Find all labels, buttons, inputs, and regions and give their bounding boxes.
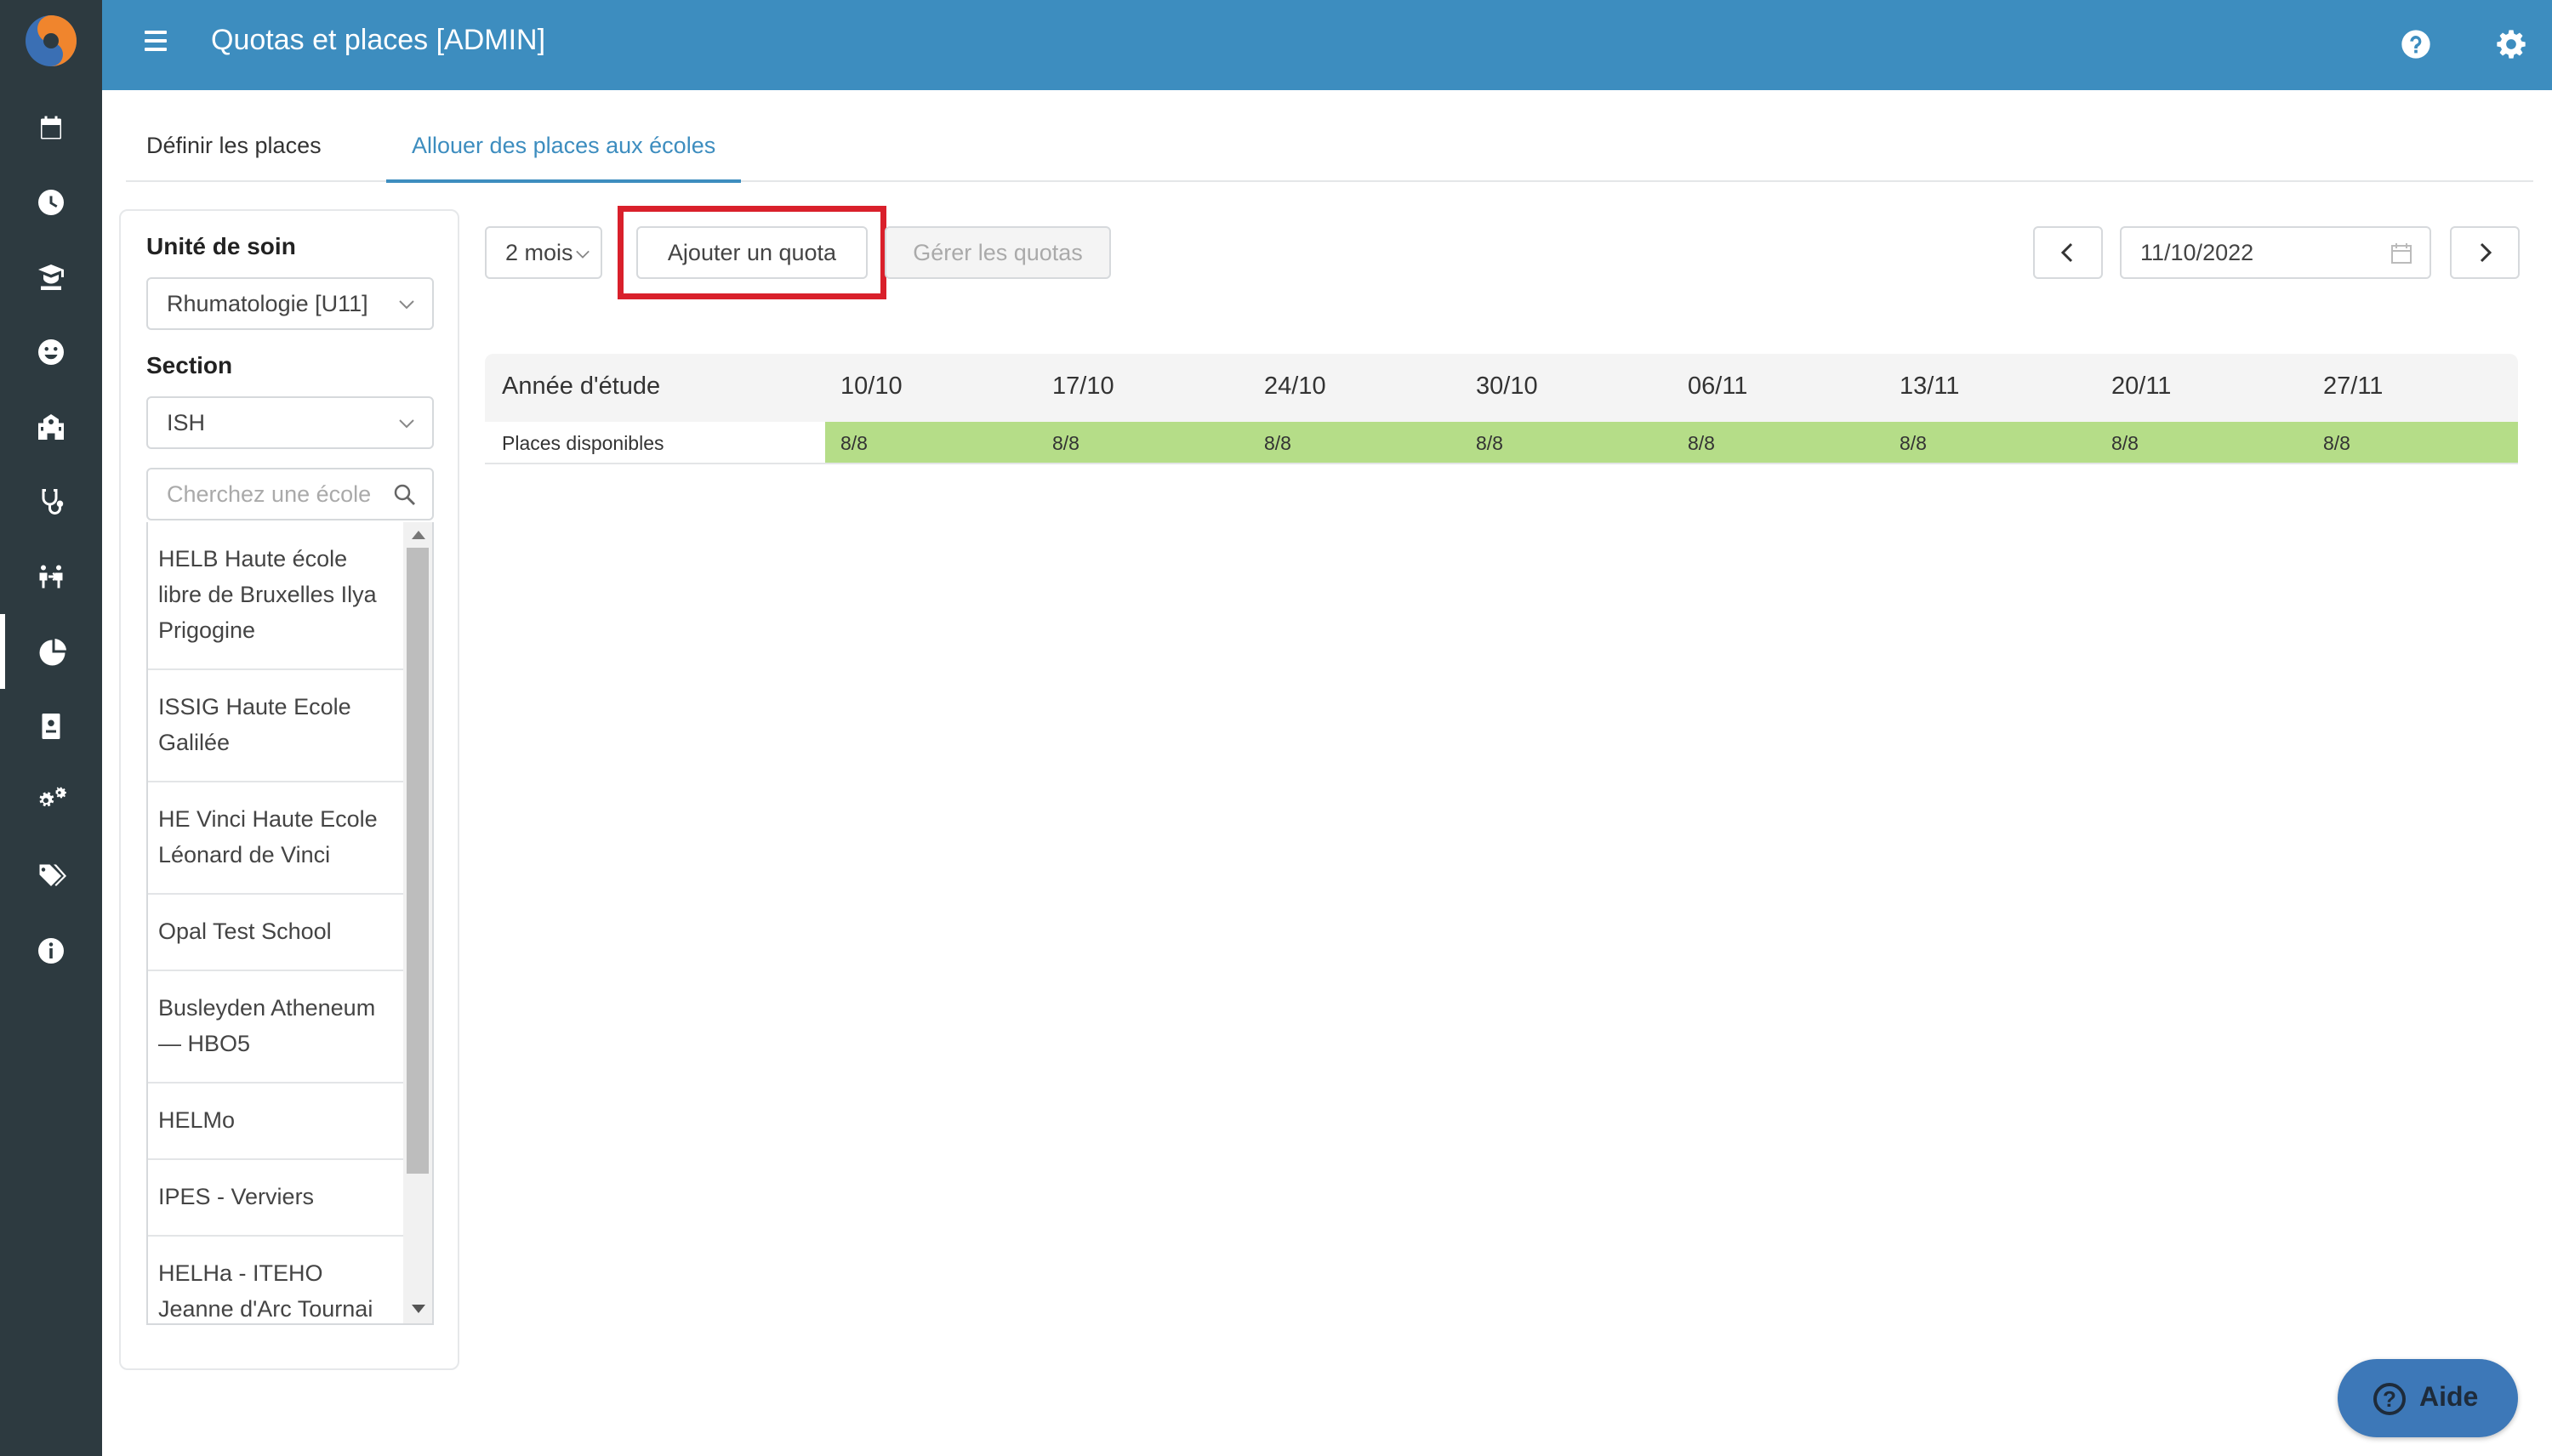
unit-value: Rhumatologie [U11] <box>167 291 368 316</box>
tab-define-places[interactable]: Définir les places <box>146 133 322 179</box>
scrollbar-thumb[interactable] <box>407 548 429 1174</box>
gear-icon[interactable] <box>2494 27 2528 61</box>
list-item[interactable]: HE Vinci Haute Ecole Léonard de Vinci <box>148 782 403 895</box>
list-item[interactable]: IPES - Verviers <box>148 1160 403 1237</box>
calendar-icon[interactable] <box>0 90 102 165</box>
question-icon: ? <box>2373 1383 2406 1415</box>
chevron-right-icon <box>2480 242 2492 263</box>
quota-cell[interactable]: 8/8 <box>1688 432 1715 455</box>
available-places-label: Places disponibles <box>502 432 664 454</box>
list-item[interactable]: ISSIG Haute Ecole Galilée <box>148 670 403 782</box>
table-header: Année d'étude 10/10 17/10 24/10 30/10 06… <box>485 354 2518 422</box>
pie-chart-icon[interactable] <box>0 614 102 689</box>
quota-cell[interactable]: 8/8 <box>1052 432 1079 455</box>
week-header: 30/10 <box>1476 373 1538 400</box>
help-button[interactable]: ? Aide <box>2338 1359 2518 1437</box>
graduate-icon[interactable] <box>0 240 102 315</box>
clock-icon[interactable] <box>0 165 102 240</box>
week-header: 10/10 <box>840 373 903 400</box>
list-item[interactable]: Opal Test School <box>148 895 403 971</box>
quota-cell[interactable]: 8/8 <box>2323 432 2350 455</box>
study-year-header: Année d'étude <box>502 373 661 400</box>
id-badge-icon[interactable] <box>0 689 102 764</box>
app-logo[interactable] <box>24 14 78 68</box>
gears-icon[interactable] <box>0 764 102 839</box>
list-item[interactable]: HELMo <box>148 1083 403 1160</box>
section-label: Section <box>146 352 233 378</box>
quota-cell[interactable]: 8/8 <box>1476 432 1503 455</box>
info-icon[interactable] <box>0 913 102 988</box>
week-header: 13/11 <box>1900 373 1960 400</box>
search-icon <box>394 484 415 505</box>
previous-period-button[interactable] <box>2033 226 2103 279</box>
page-title: Quotas et places [ADMIN] <box>211 24 546 56</box>
chevron-down-icon <box>576 250 590 259</box>
next-period-button[interactable] <box>2450 226 2520 279</box>
hamburger-menu-icon[interactable] <box>145 31 170 60</box>
chevron-down-icon <box>399 419 414 429</box>
school-search-input[interactable] <box>167 469 388 519</box>
list-item[interactable]: HELHa - ITEHO Jeanne d'Arc Tournai <box>148 1237 403 1323</box>
week-header: 24/10 <box>1264 373 1326 400</box>
quota-cell[interactable]: 8/8 <box>2111 432 2139 455</box>
help-circle-icon[interactable] <box>2399 27 2433 61</box>
scroll-up-icon[interactable] <box>412 531 425 539</box>
top-header: Quotas et places [ADMIN] <box>102 0 2552 90</box>
quota-table: Année d'étude 10/10 17/10 24/10 30/10 06… <box>485 354 2518 464</box>
unit-label: Unité de soin <box>146 233 296 259</box>
people-exchange-icon[interactable] <box>0 539 102 614</box>
period-value: 2 mois <box>505 240 573 265</box>
calendar-icon <box>2391 243 2412 264</box>
chevron-left-icon <box>2060 242 2073 263</box>
manage-quotas-button[interactable]: Gérer les quotas <box>885 226 1111 279</box>
table-row: Places disponibles 8/8 8/8 8/8 8/8 8/8 8… <box>485 422 2518 464</box>
tags-icon[interactable] <box>0 839 102 913</box>
filter-panel: Unité de soin Rhumatologie [U11] Section… <box>119 209 459 1370</box>
scroll-down-icon[interactable] <box>412 1305 425 1313</box>
tab-allocate-places[interactable]: Allouer des places aux écoles <box>386 133 742 183</box>
stethoscope-icon[interactable] <box>0 464 102 539</box>
week-header: 06/11 <box>1688 373 1748 400</box>
period-select[interactable]: 2 mois <box>485 226 602 279</box>
date-picker[interactable]: 11/10/2022 <box>2120 226 2431 279</box>
help-button-label: Aide <box>2419 1381 2479 1412</box>
sidebar-rail <box>0 0 102 1456</box>
school-search[interactable] <box>146 468 434 520</box>
unit-select[interactable]: Rhumatologie [U11] <box>146 277 434 330</box>
quota-cell[interactable]: 8/8 <box>1900 432 1927 455</box>
school-icon[interactable] <box>0 390 102 464</box>
section-select[interactable]: ISH <box>146 396 434 449</box>
chevron-down-icon <box>399 300 414 310</box>
week-header: 27/11 <box>2323 373 2384 400</box>
smiley-icon[interactable] <box>0 315 102 390</box>
school-list-scrollbar[interactable] <box>403 522 432 1323</box>
list-item[interactable]: HELB Haute école libre de Bruxelles Ilya… <box>148 522 403 670</box>
week-header: 17/10 <box>1052 373 1114 400</box>
list-item[interactable]: Busleyden Atheneum — HBO5 <box>148 971 403 1083</box>
school-list[interactable]: HELB Haute école libre de Bruxelles Ilya… <box>146 522 434 1325</box>
add-quota-highlight <box>618 206 886 299</box>
quota-cell[interactable]: 8/8 <box>840 432 868 455</box>
quota-cell[interactable]: 8/8 <box>1264 432 1291 455</box>
section-value: ISH <box>167 410 206 435</box>
date-value: 11/10/2022 <box>2140 240 2254 265</box>
week-header: 20/11 <box>2111 373 2172 400</box>
tab-bar: Définir les places Allouer des places au… <box>126 116 2533 183</box>
